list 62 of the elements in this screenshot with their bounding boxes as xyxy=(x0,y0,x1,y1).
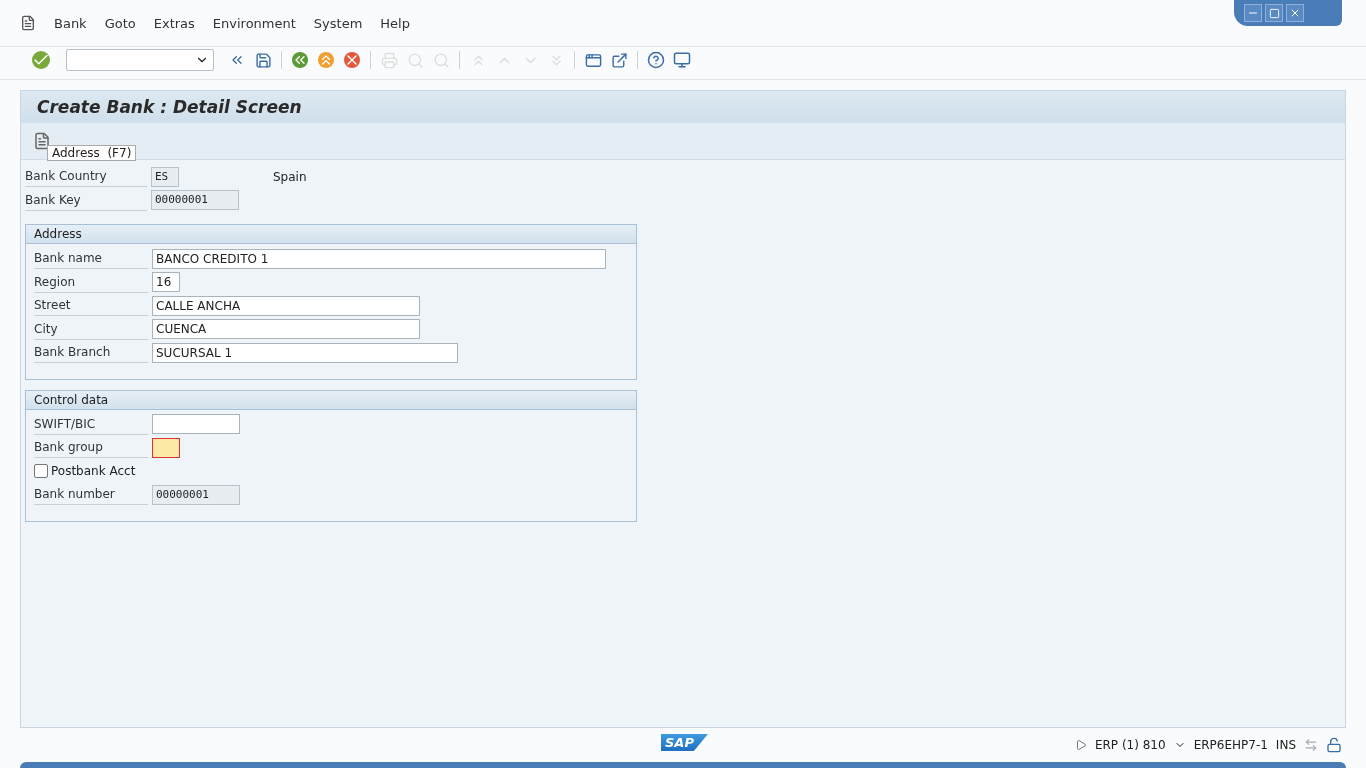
input-field[interactable]: 00000001 xyxy=(152,484,240,505)
field-label: Postbank Acct xyxy=(51,464,136,479)
close-button[interactable] xyxy=(1286,4,1304,22)
menu-item[interactable]: Bank xyxy=(54,15,87,31)
close-icon xyxy=(344,52,360,68)
field-label: Region xyxy=(34,271,148,293)
checkmark-icon xyxy=(32,51,50,69)
printer-icon xyxy=(380,51,398,69)
double-chevron-icon xyxy=(292,52,308,68)
group-title: Address xyxy=(26,225,636,244)
system-info: ERP (1) 810 xyxy=(1094,738,1166,752)
group-title: Control data xyxy=(26,390,636,410)
input-field[interactable]: 16 xyxy=(152,272,180,293)
external-link-icon xyxy=(610,51,628,69)
menu-item[interactable]: Extras xyxy=(153,15,195,31)
input-field[interactable]: BANCO CREDITO 1 xyxy=(152,248,606,269)
input-field[interactable]: CUENCA xyxy=(152,319,420,340)
logo: SAP xyxy=(661,734,708,751)
input-field[interactable]: CALLE ANCHA xyxy=(152,295,420,316)
help-icon xyxy=(647,51,665,69)
minimize-button[interactable] xyxy=(1244,4,1262,22)
menu-item[interactable]: Goto xyxy=(104,15,136,31)
menu-item[interactable]: Help xyxy=(380,15,410,31)
window-icon xyxy=(584,51,602,69)
maximize-button[interactable] xyxy=(1265,4,1283,22)
up-chevrons-icon xyxy=(318,52,334,68)
field-description: Spain xyxy=(273,169,307,184)
field-label: Bank group xyxy=(34,437,148,459)
arrows-icon xyxy=(1304,738,1318,752)
checkbox[interactable] xyxy=(34,464,48,479)
input-field[interactable]: SUCURSAL 1 xyxy=(152,342,458,363)
toolbar-button[interactable] xyxy=(30,49,52,71)
input-field[interactable]: ES xyxy=(151,166,179,187)
input-field[interactable] xyxy=(152,437,180,458)
monitor-icon xyxy=(673,51,691,69)
menu-item[interactable]: Environment xyxy=(212,15,296,31)
input-field[interactable] xyxy=(152,414,240,435)
field-label: Bank number xyxy=(34,484,148,506)
field-label: Bank name xyxy=(34,248,148,270)
maximize-icon xyxy=(1268,7,1280,19)
input-field[interactable]: 00000001 xyxy=(151,190,239,211)
field-label: Bank Country xyxy=(25,166,147,188)
menu-icon[interactable] xyxy=(20,15,36,31)
input-mode: INS xyxy=(1275,738,1296,752)
save-icon xyxy=(254,51,272,69)
field-label: City xyxy=(34,318,148,340)
play-icon[interactable] xyxy=(1074,739,1087,751)
tooltip: Address (F7) xyxy=(47,145,137,161)
field-label: SWIFT/BIC xyxy=(34,413,148,435)
field-label: Bank Branch xyxy=(34,342,148,364)
screen-title: Create Bank : Detail Screen xyxy=(37,97,302,117)
unlock-icon[interactable] xyxy=(1326,737,1342,753)
toolbar-button[interactable] xyxy=(645,49,667,71)
field-label: Bank Key xyxy=(25,189,147,211)
search-icon xyxy=(406,51,424,69)
document-icon xyxy=(33,132,51,150)
command-field[interactable] xyxy=(66,49,214,71)
search-icon xyxy=(432,51,450,69)
menu-item[interactable]: System xyxy=(313,15,363,31)
server-name: ERP6EHP7-1 xyxy=(1193,738,1268,752)
close-icon xyxy=(1289,7,1301,19)
field-label: Street xyxy=(34,295,148,317)
